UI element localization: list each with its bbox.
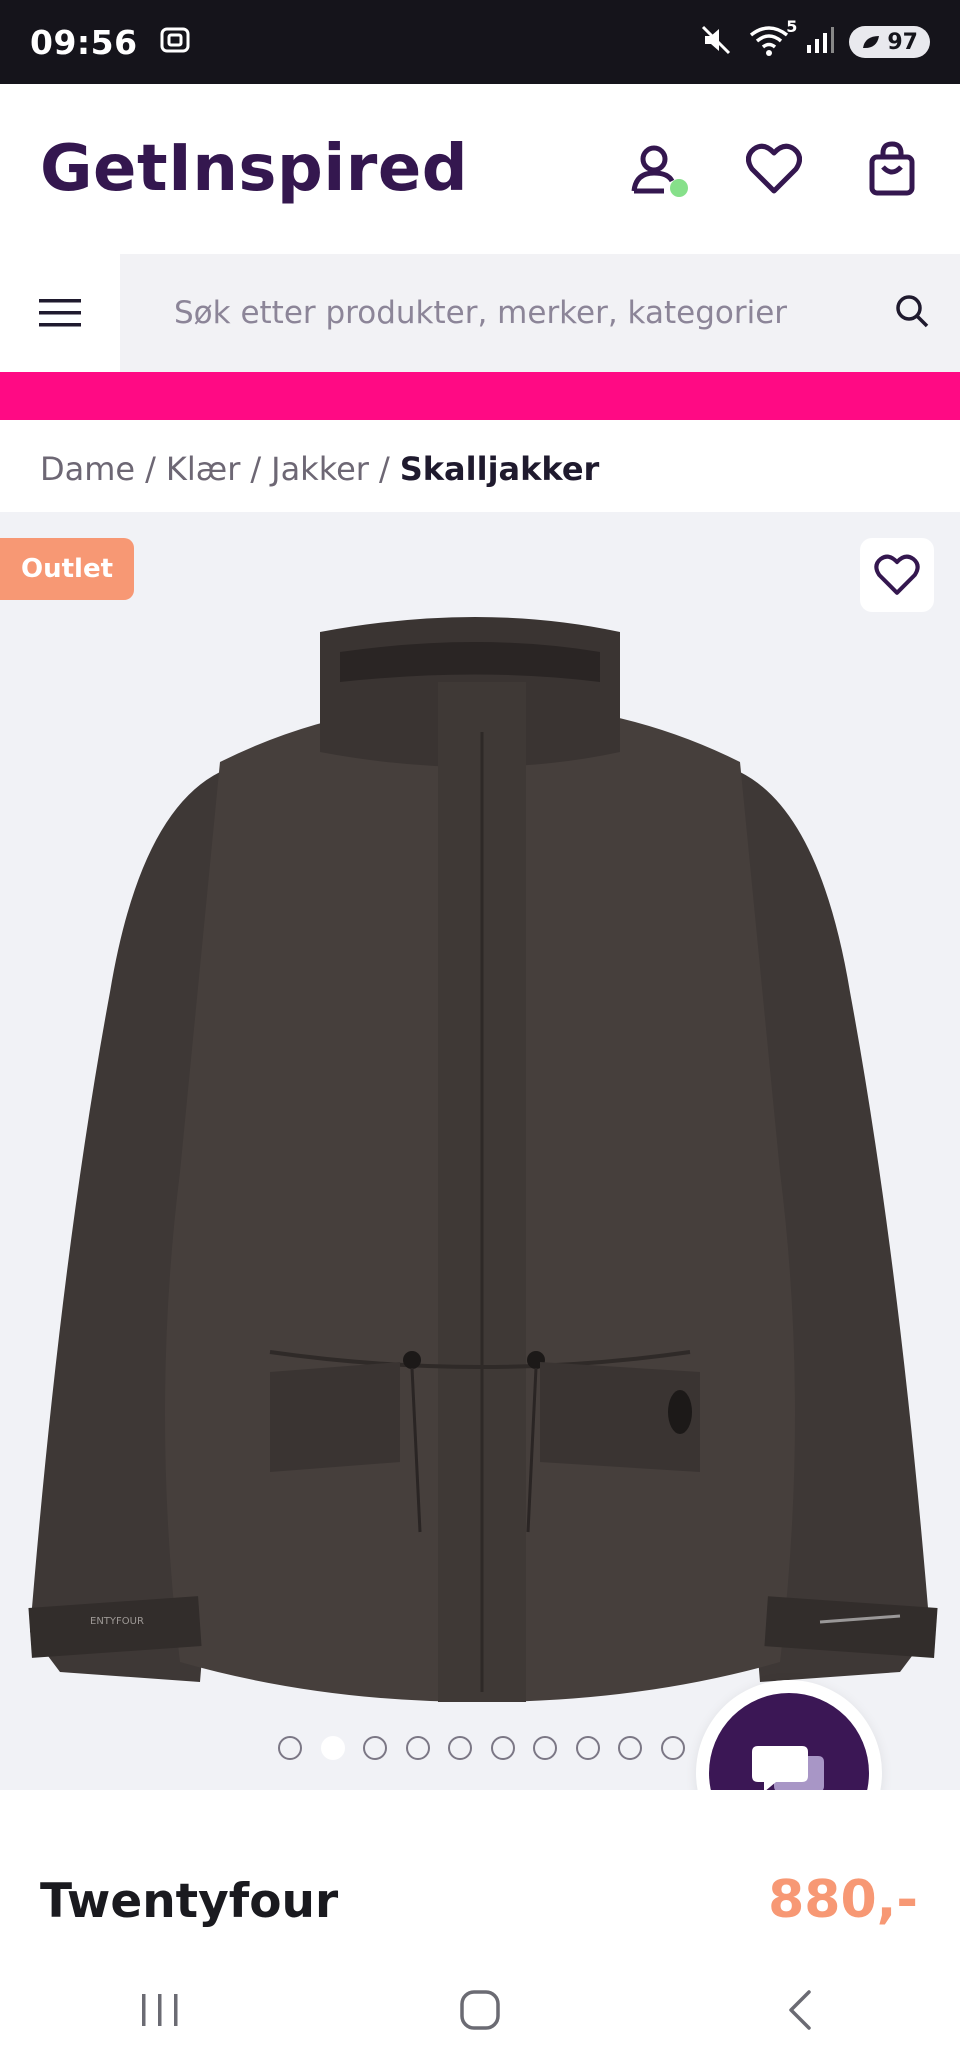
breadcrumb-link[interactable]: Dame: [40, 450, 135, 488]
back-button[interactable]: [740, 1970, 860, 2050]
pagination-dot[interactable]: [405, 1736, 430, 1760]
product-price: 880,-: [768, 1870, 918, 1930]
menu-button[interactable]: [0, 254, 120, 372]
search-button[interactable]: [894, 293, 930, 333]
promo-banner[interactable]: [0, 372, 960, 420]
product-image-jacket: ENTYFOUR: [28, 617, 938, 1702]
product-info: Twentyfour 880,-: [0, 1790, 960, 1960]
pagination-dot[interactable]: [448, 1736, 472, 1760]
heart-icon: [874, 554, 920, 595]
search-input[interactable]: [172, 294, 894, 332]
battery-level: 97: [887, 29, 918, 55]
home-icon: [460, 1989, 500, 2030]
outlet-badge: Outlet: [0, 538, 134, 600]
jacket-brand-label: ENTYFOUR: [90, 1616, 144, 1627]
pagination-dot[interactable]: [490, 1736, 515, 1760]
image-pagination: [278, 1736, 685, 1760]
home-button[interactable]: [420, 1970, 540, 2050]
status-bar: 09:56 5 97: [0, 0, 960, 84]
search-icon: [896, 295, 929, 328]
hamburger-menu-icon: [39, 299, 81, 327]
status-time: 09:56: [30, 22, 138, 62]
online-status-dot: [670, 179, 688, 197]
search-bar: [0, 254, 960, 372]
breadcrumb: Dame / Klær / Jakker / Skalljakker: [40, 444, 599, 494]
search-field: [120, 254, 960, 372]
pagination-dot[interactable]: [533, 1736, 557, 1760]
breadcrumb-separator: /: [145, 450, 156, 488]
breadcrumb-link[interactable]: Jakker: [271, 450, 369, 488]
breadcrumb-link[interactable]: Klær: [166, 450, 240, 488]
recent-apps-button[interactable]: [100, 1970, 220, 2050]
breadcrumb-separator: /: [378, 450, 390, 488]
wifi-icon: 5: [747, 17, 797, 61]
shopping-bag-icon: [869, 141, 915, 196]
back-icon: [789, 1989, 811, 2030]
product-image-gallery[interactable]: Outlet ENTYFOUR: [0, 512, 960, 1790]
heart-icon: [746, 143, 802, 194]
network-label: 5: [786, 17, 798, 36]
pagination-dot[interactable]: [660, 1736, 685, 1760]
signal-icon: [805, 25, 835, 59]
breadcrumb-separator: /: [250, 450, 262, 488]
site-header: GetInspired: [0, 84, 960, 254]
system-nav-bar: [0, 1960, 960, 2059]
account-button[interactable]: [626, 139, 688, 199]
wishlist-button[interactable]: [744, 139, 804, 199]
pagination-dot[interactable]: [575, 1736, 600, 1760]
add-to-wishlist-button[interactable]: [860, 538, 934, 612]
pagination-dot[interactable]: [278, 1736, 302, 1760]
product-brand[interactable]: Twentyfour: [40, 1874, 338, 1929]
breadcrumb-current: Skalljakker: [399, 450, 600, 488]
screenshot-icon: [158, 23, 192, 61]
recent-apps-icon: [142, 1993, 178, 2026]
pagination-dot[interactable]: [618, 1736, 642, 1760]
cart-button[interactable]: [862, 139, 922, 199]
logo[interactable]: GetInspired: [40, 132, 468, 206]
leaf-icon: [863, 36, 880, 48]
mute-icon: [699, 23, 733, 61]
pagination-dot[interactable]: [363, 1736, 387, 1760]
battery-indicator: 97: [849, 26, 930, 58]
pagination-dot[interactable]: [320, 1736, 345, 1760]
